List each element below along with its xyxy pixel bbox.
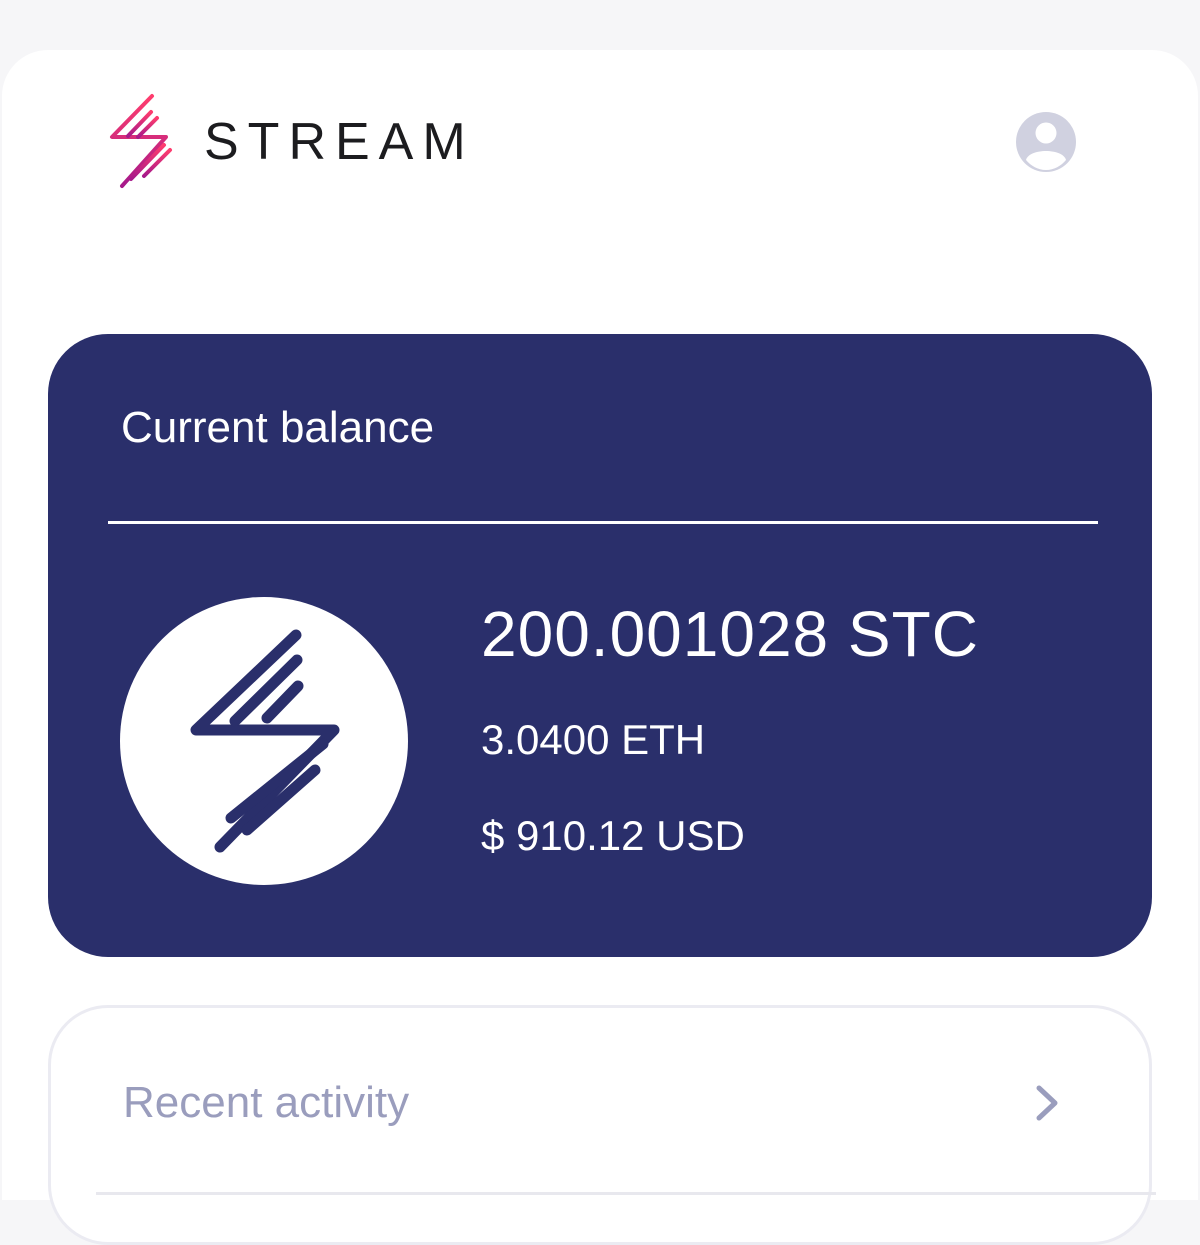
chevron-right-icon: [1029, 1083, 1065, 1123]
stream-logo-icon: [110, 94, 172, 188]
profile-button[interactable]: [1014, 110, 1078, 174]
balance-title: Current balance: [121, 403, 435, 452]
balance-card: Current balance 200.001028 STC 3.0400 ET…: [48, 334, 1152, 957]
balance-divider: [108, 521, 1098, 524]
bottom-divider: [96, 1192, 1156, 1195]
balance-stc-amount: 200.001028 STC: [481, 598, 979, 670]
brand-name: STREAM: [204, 113, 475, 171]
recent-activity-title: Recent activity: [123, 1078, 410, 1127]
stream-token-icon: [120, 597, 408, 885]
balance-eth-amount: 3.0400 ETH: [481, 716, 706, 763]
app-screen: STREAM Current balance 200.001028 STC 3.…: [0, 0, 1200, 1245]
user-avatar-icon: [1016, 112, 1076, 172]
balance-usd-amount: $ 910.12 USD: [481, 812, 745, 859]
brand-logo: STREAM: [104, 90, 475, 194]
recent-activity-card[interactable]: Recent activity: [48, 1005, 1152, 1245]
